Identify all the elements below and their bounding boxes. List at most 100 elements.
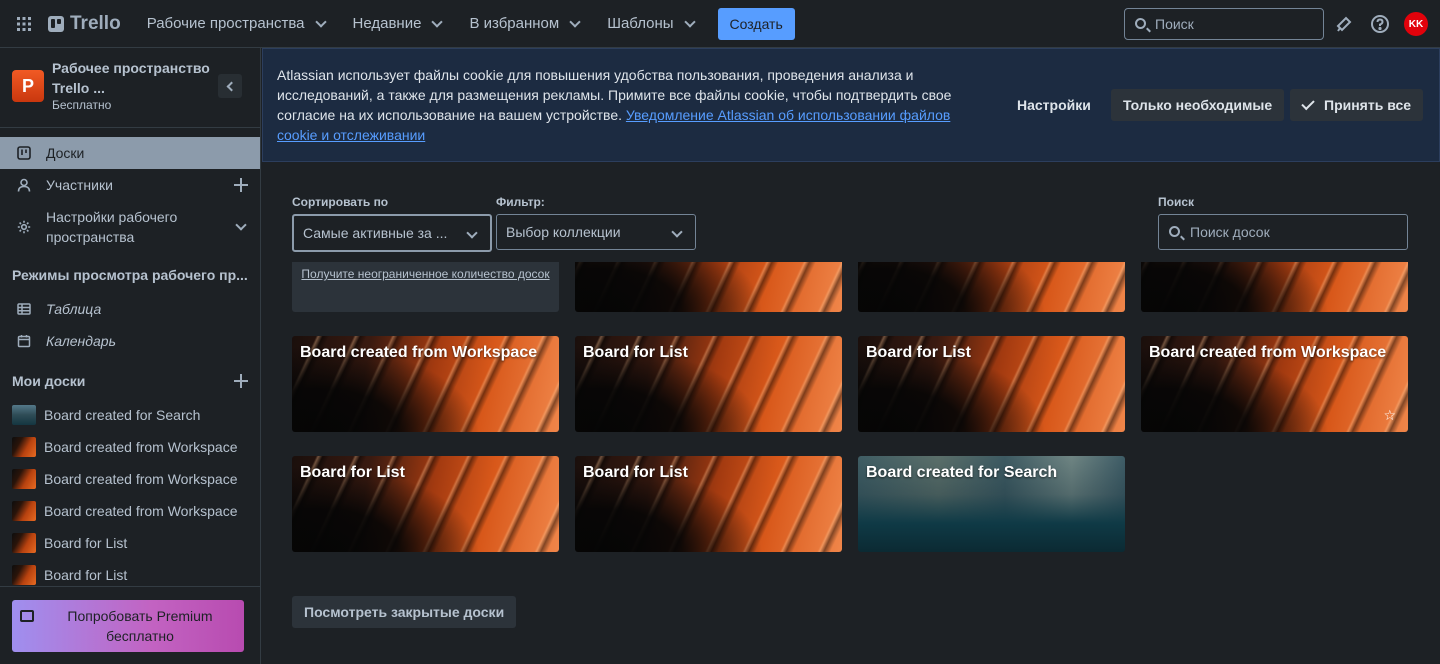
nav-templates-menu[interactable]: Шаблоны — [595, 8, 705, 40]
chevron-down-icon — [314, 15, 327, 28]
workspace-plan: Бесплатно — [52, 98, 112, 112]
sidebar-item-boards-label: Доски — [46, 145, 85, 161]
cookie-accept-all-button[interactable]: Принять все — [1290, 89, 1424, 121]
sidebar-item-calendar-view[interactable]: Календарь — [0, 325, 260, 357]
board-thumbnail — [12, 501, 36, 521]
nav-recent-label: Недавние — [352, 15, 422, 32]
board-tile-title: Board for List — [583, 464, 688, 481]
unlimited-boards-promo-text: Получите неограниченное количество досок — [301, 267, 550, 281]
sidebar-board-label: Board created for Search — [44, 407, 201, 423]
notifications-megaphone-icon[interactable] — [1334, 14, 1354, 34]
board-tile[interactable]: Board for List — [575, 456, 842, 552]
try-premium-button[interactable]: Попробовать Premium бесплатно — [12, 600, 244, 652]
board-tile-title: Board for List — [583, 344, 688, 361]
global-search-placeholder: Поиск — [1155, 16, 1194, 32]
board-icon — [16, 145, 32, 161]
chevron-down-icon — [431, 15, 444, 28]
chevron-down-icon — [671, 226, 683, 238]
sidebar-item-calendar-label: Календарь — [46, 333, 116, 349]
chevron-down-icon — [569, 15, 581, 28]
trello-logo[interactable]: Trello — [48, 13, 121, 35]
cookie-necessary-only-button[interactable]: Только необходимые — [1111, 89, 1285, 121]
board-search-input[interactable]: Поиск досок — [1158, 214, 1408, 250]
sort-label: Сортировать по — [292, 195, 389, 209]
board-thumbnail — [12, 437, 36, 457]
sidebar-board-label: Board created from Workspace — [44, 503, 238, 519]
board-thumbnail — [12, 565, 36, 585]
help-icon[interactable] — [1370, 14, 1390, 34]
sort-select-value: Самые активные за ... — [303, 225, 448, 241]
board-thumbnail — [12, 533, 36, 553]
sidebar-board-item[interactable]: Board created from Workspace — [0, 495, 260, 527]
board-search-label: Поиск — [1158, 195, 1195, 209]
nav-starred-menu[interactable]: В избранном — [457, 8, 591, 40]
sidebar-board-item[interactable]: Board created from Workspace — [0, 463, 260, 495]
board-tile-title: Board created from Workspace — [300, 344, 538, 361]
search-icon — [1135, 18, 1146, 29]
sidebar-item-table-view[interactable]: Таблица — [0, 293, 260, 325]
cookie-settings-button[interactable]: Настройки — [1005, 89, 1103, 121]
add-member-plus-icon[interactable] — [234, 178, 248, 192]
board-tile[interactable]: Board created from Workspace ☆ — [1141, 336, 1408, 432]
my-boards-heading: Мои доски — [12, 373, 86, 389]
sidebar-item-workspace-settings[interactable]: Настройки рабочего пространства — [0, 203, 260, 251]
board-tile[interactable]: Board for List — [575, 336, 842, 432]
workspace-header: P Рабочее пространство Trello ... Беспла… — [0, 48, 260, 128]
boards-main-area: Получите неограниченное количество досок… — [262, 162, 1440, 664]
board-tile[interactable]: Board for List — [858, 336, 1125, 432]
cookie-accept-all-label: Принять все — [1324, 97, 1412, 113]
workspace-views-heading: Режимы просмотра рабочего пр... — [12, 267, 248, 283]
sidebar-board-label: Board created from Workspace — [44, 471, 238, 487]
sidebar-item-members[interactable]: Участники — [0, 169, 260, 201]
sidebar-item-members-label: Участники — [46, 177, 113, 193]
board-tile[interactable]: Board created from Workspace — [292, 336, 559, 432]
sidebar: P Рабочее пространство Trello ... Беспла… — [0, 48, 261, 664]
board-search-placeholder: Поиск досок — [1190, 224, 1270, 240]
sidebar-board-item[interactable]: Board for List — [0, 527, 260, 559]
search-icon — [1169, 226, 1180, 237]
board-tile[interactable]: Board for List — [292, 456, 559, 552]
nav-recent-menu[interactable]: Недавние — [341, 8, 454, 40]
try-premium-label: Попробовать Premium бесплатно — [67, 608, 213, 644]
person-icon — [16, 177, 32, 193]
nav-workspaces-menu[interactable]: Рабочие пространства — [135, 8, 337, 40]
view-closed-boards-button[interactable]: Посмотреть закрытые доски — [292, 596, 517, 628]
create-button[interactable]: Создать — [717, 7, 795, 40]
nav-workspaces-label: Рабочие пространства — [146, 15, 305, 32]
app-switcher-icon[interactable] — [0, 0, 48, 48]
checkmark-icon — [1301, 96, 1315, 110]
gear-icon — [16, 219, 32, 235]
board-tile-title: Board for List — [866, 344, 971, 361]
global-search-input[interactable]: Поиск — [1124, 8, 1324, 40]
sidebar-item-boards[interactable]: Доски — [0, 137, 260, 169]
collection-filter-select[interactable]: Выбор коллекции — [496, 214, 696, 250]
cookie-consent-banner: Atlassian использует файлы cookie для по… — [262, 48, 1440, 162]
board-tile-title: Board created for Search — [866, 464, 1058, 481]
trello-logo-text: Trello — [70, 12, 121, 34]
collapse-sidebar-button[interactable] — [218, 74, 242, 98]
chevron-down-icon — [235, 219, 247, 231]
trello-logo-icon — [48, 15, 64, 32]
sidebar-board-label: Board created from Workspace — [44, 439, 238, 455]
workspace-name: Рабочее пространство Trello ... — [52, 60, 210, 96]
user-avatar[interactable]: KK — [1404, 12, 1428, 36]
sort-select[interactable]: Самые активные за ... — [292, 214, 492, 252]
workspace-badge: P — [12, 70, 44, 102]
table-icon — [16, 301, 32, 317]
nav-templates-label: Шаблоны — [607, 15, 674, 32]
premium-section: Попробовать Premium бесплатно — [0, 586, 260, 664]
board-thumbnail — [12, 469, 36, 489]
top-navigation-bar: Trello Рабочие пространства Недавние В и… — [0, 0, 1440, 48]
board-tile-title: Board created from Workspace — [1149, 344, 1387, 361]
sidebar-board-label: Board for List — [44, 535, 128, 551]
star-icon[interactable]: ☆ — [1383, 408, 1396, 422]
sidebar-board-item[interactable]: Board created from Workspace — [0, 431, 260, 463]
board-tile-title: Board for List — [300, 464, 405, 481]
board-tile[interactable]: Board created for Search — [858, 456, 1125, 552]
chevron-down-icon — [466, 227, 478, 239]
sidebar-board-item[interactable]: Board created for Search — [0, 399, 260, 431]
sidebar-board-label: Board for List — [44, 567, 128, 583]
chevron-left-icon — [226, 81, 237, 91]
filter-label: Фильтр: — [496, 195, 545, 209]
add-board-plus-icon[interactable] — [234, 374, 248, 388]
